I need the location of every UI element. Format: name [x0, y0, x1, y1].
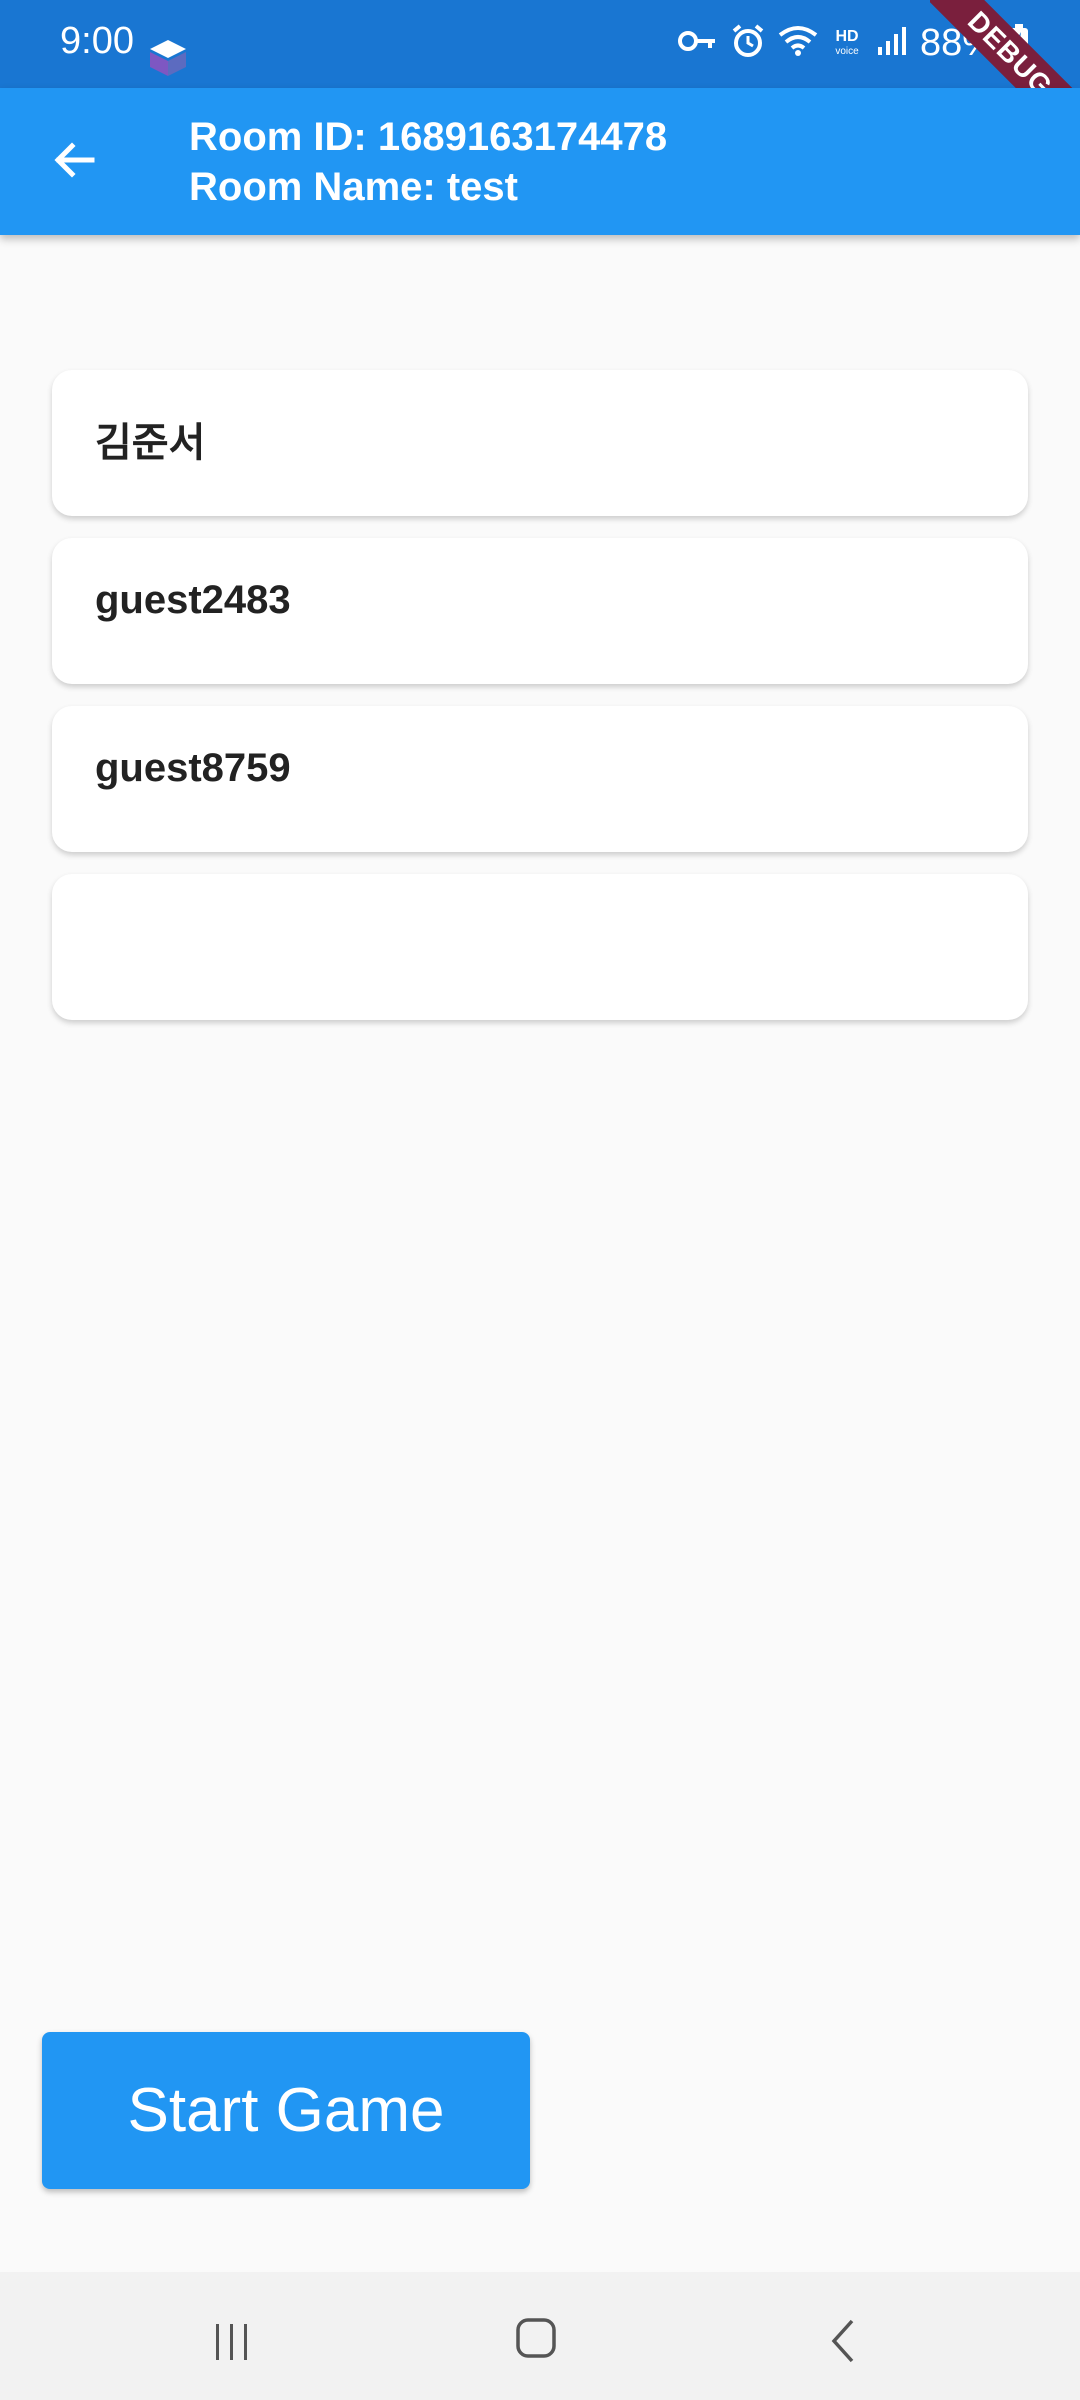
battery-charging-icon	[1008, 23, 1030, 64]
arrow-back-icon	[50, 136, 98, 189]
status-icons: HD voice 88%	[677, 22, 1030, 65]
battery-percent: 88%	[919, 22, 996, 64]
system-nav-bar	[0, 2272, 1080, 2400]
wifi-icon	[778, 25, 818, 62]
room-name-label: Room Name: test	[189, 165, 518, 209]
player-name: 김준서	[95, 421, 206, 465]
svg-text:HD: HD	[835, 28, 858, 45]
svg-text:voice: voice	[835, 46, 859, 57]
recents-button[interactable]	[210, 2320, 254, 2369]
start-game-button[interactable]: Start Game	[42, 2032, 530, 2189]
home-button[interactable]	[514, 2316, 558, 2365]
status-time: 9:00	[60, 20, 134, 62]
app-bar: Room ID: 1689163174478 Room Name: test	[0, 88, 1080, 235]
app-bar-title: Room ID: 1689163174478 Room Name: test	[189, 112, 667, 212]
player-card: guest8759	[52, 706, 1028, 852]
player-card-empty	[52, 874, 1028, 1020]
player-name: guest8759	[95, 746, 291, 790]
hd-voice-icon: HD voice	[830, 24, 864, 63]
alarm-icon	[730, 23, 766, 64]
player-list: 김준서 guest2483 guest8759	[52, 370, 1028, 1042]
status-bar: 9:00 HD voice 88%	[0, 0, 1080, 88]
signal-icon	[876, 25, 908, 62]
app-notification-icon	[148, 38, 188, 83]
player-name: guest2483	[95, 578, 291, 622]
nav-back-button[interactable]	[822, 2316, 866, 2371]
room-id-label: Room ID: 1689163174478	[189, 115, 668, 159]
back-button[interactable]	[44, 132, 104, 192]
player-card: 김준서	[52, 370, 1028, 516]
player-card: guest2483	[52, 538, 1028, 684]
vpn-key-icon	[677, 26, 718, 61]
